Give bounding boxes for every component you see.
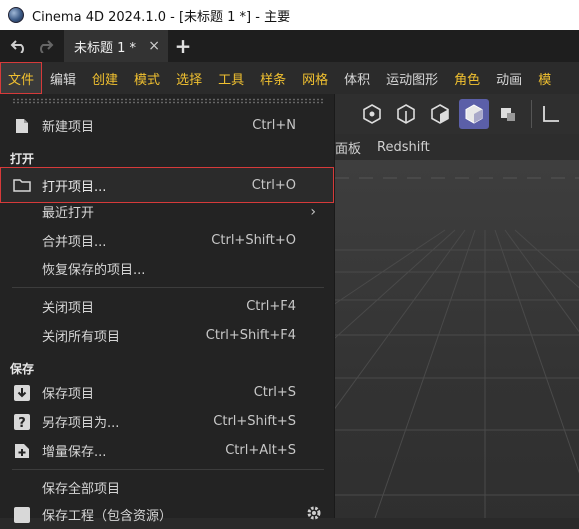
close-all-label: 关闭所有项目	[42, 330, 121, 345]
cinema4d-logo-icon	[8, 7, 24, 23]
menu-mesh[interactable]: 网格	[294, 62, 336, 94]
document-tab-label: 未标题 1 *	[74, 40, 137, 56]
menu-edit[interactable]: 编辑	[42, 62, 84, 94]
menu-animate[interactable]: 动画	[488, 62, 530, 94]
polygons-mode-icon[interactable]	[425, 99, 455, 129]
gear-icon[interactable]	[306, 505, 322, 525]
folder-icon	[12, 175, 32, 195]
toolbar-separator	[531, 100, 532, 128]
incremental-save-shortcut: Ctrl+Alt+S	[225, 443, 296, 458]
edges-mode-icon[interactable]	[391, 99, 421, 129]
section-save-heading: 保存	[10, 362, 35, 376]
save-all-label: 保存全部项目	[42, 482, 121, 497]
menu-bar: 文件 编辑 创建 模式 选择 工具 样条 网格 体积 运动图形 角色 动画 模	[0, 62, 579, 94]
axis-icon[interactable]	[536, 99, 566, 129]
close-project-shortcut: Ctrl+F4	[246, 299, 296, 314]
menu-tools[interactable]: 工具	[210, 62, 252, 94]
save-as-label: 另存项目为...	[42, 416, 120, 431]
open-project-label: 打开项目...	[42, 179, 107, 195]
save-label: 保存项目	[42, 387, 95, 402]
menu-item-save[interactable]: 保存项目 Ctrl+S	[0, 378, 334, 407]
menu-mode[interactable]: 模式	[126, 62, 168, 94]
save-with-assets-label: 保存工程（包含资源）	[42, 509, 173, 524]
menu-file[interactable]: 文件	[0, 62, 43, 94]
viewport-grid	[335, 177, 579, 518]
viewport-3d[interactable]	[335, 160, 579, 518]
menu-item-new-project[interactable]: 新建项目 Ctrl+N	[0, 111, 334, 140]
new-document-icon	[12, 116, 32, 136]
menu-item-save-as[interactable]: ? 另存项目为... Ctrl+Shift+S	[0, 407, 334, 436]
viewport-menu-panel[interactable]: 面板	[335, 138, 369, 157]
menu-select[interactable]: 选择	[168, 62, 210, 94]
svg-text:?: ?	[18, 416, 26, 430]
file-menu-dropdown: 新建项目 Ctrl+N 打开 打开项目... Ctrl+O 最近打开 › 合并项…	[0, 94, 335, 524]
menu-item-save-all[interactable]: 保存全部项目	[0, 473, 334, 502]
viewport-menu-redshift[interactable]: Redshift	[369, 140, 438, 155]
menu-divider	[12, 287, 324, 288]
viewport-menu-bar: 面板 Redshift	[335, 134, 579, 160]
new-tab-button[interactable]: +	[168, 30, 198, 62]
tab-bar: 未标题 1 * × +	[0, 30, 579, 62]
menu-more[interactable]: 模	[530, 62, 559, 94]
save-as-shortcut: Ctrl+Shift+S	[213, 414, 296, 429]
incremental-save-plus-icon	[12, 441, 32, 461]
revert-label: 恢复保存的项目...	[42, 263, 146, 278]
save-assets-icon	[12, 505, 32, 525]
save-shortcut: Ctrl+S	[253, 385, 296, 400]
menu-item-save-with-assets[interactable]: 保存工程（包含资源）	[0, 500, 334, 529]
menu-create[interactable]: 创建	[84, 62, 126, 94]
incremental-save-label: 增量保存...	[42, 445, 107, 460]
save-download-icon	[12, 383, 32, 403]
menu-spline[interactable]: 样条	[252, 62, 294, 94]
menu-character[interactable]: 角色	[446, 62, 488, 94]
merge-shortcut: Ctrl+Shift+O	[211, 233, 296, 248]
recent-label: 最近打开	[42, 206, 95, 221]
open-project-shortcut: Ctrl+O	[251, 177, 296, 193]
redo-icon[interactable]	[32, 30, 58, 62]
undo-icon[interactable]	[6, 30, 32, 62]
menu-item-revert[interactable]: 恢复保存的项目...	[0, 254, 334, 283]
menu-item-incremental-save[interactable]: 增量保存... Ctrl+Alt+S	[0, 436, 334, 465]
menu-item-close-all[interactable]: 关闭所有项目 Ctrl+Shift+F4	[0, 321, 334, 350]
menu-mograph[interactable]: 运动图形	[378, 62, 446, 94]
menu-item-merge[interactable]: 合并项目... Ctrl+Shift+O	[0, 226, 334, 255]
submenu-chevron-icon: ›	[310, 203, 316, 220]
section-open-heading: 打开	[10, 152, 35, 166]
new-project-shortcut: Ctrl+N	[252, 118, 296, 133]
menu-item-recent[interactable]: 最近打开 ›	[0, 197, 334, 226]
window-title-bar: Cinema 4D 2024.1.0 - [未标题 1 *] - 主要	[0, 0, 579, 30]
new-project-label: 新建项目	[42, 120, 95, 135]
model-mode-icon[interactable]	[459, 99, 489, 129]
save-as-question-icon: ?	[12, 412, 32, 432]
menu-tearoff-grip[interactable]	[12, 98, 324, 104]
mode-toolbar	[335, 94, 579, 134]
close-project-label: 关闭项目	[42, 301, 95, 316]
menu-divider	[12, 469, 324, 470]
menu-volume[interactable]: 体积	[336, 62, 378, 94]
points-mode-icon[interactable]	[357, 99, 387, 129]
close-all-shortcut: Ctrl+Shift+F4	[205, 328, 296, 343]
object-mode-icon[interactable]	[493, 99, 523, 129]
close-tab-icon[interactable]: ×	[148, 38, 160, 54]
window-title: Cinema 4D 2024.1.0 - [未标题 1 *] - 主要	[32, 9, 291, 25]
merge-label: 合并项目...	[42, 235, 107, 250]
menu-item-close-project[interactable]: 关闭项目 Ctrl+F4	[0, 292, 334, 321]
document-tab[interactable]: 未标题 1 * ×	[64, 30, 168, 62]
